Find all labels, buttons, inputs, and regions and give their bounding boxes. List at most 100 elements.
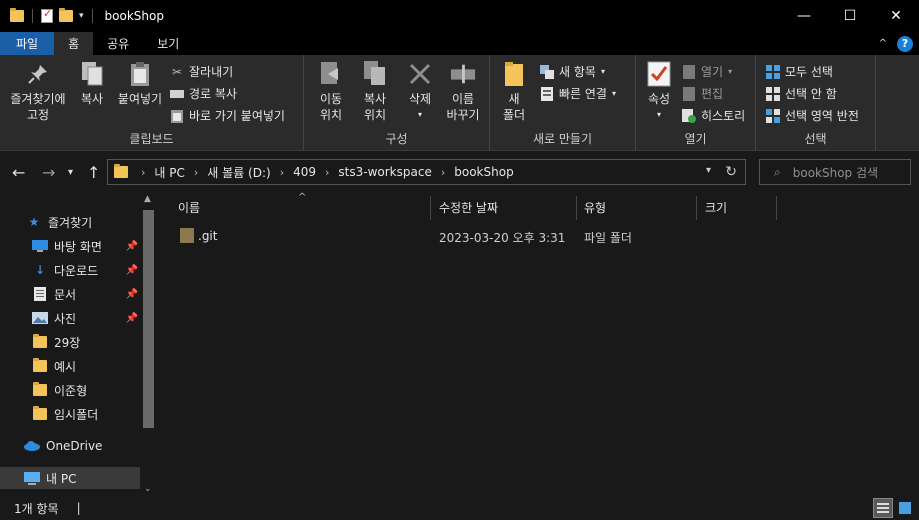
invert-selection-button[interactable]: 선택 영역 반전 bbox=[766, 107, 859, 124]
chevron-right-icon[interactable]: › bbox=[325, 166, 329, 179]
new-folder-button[interactable]: 새 폴더 bbox=[498, 61, 530, 123]
window-title: bookShop bbox=[104, 9, 164, 23]
nav-onedrive[interactable]: OneDrive bbox=[0, 435, 140, 457]
nav-item-desktop[interactable]: 바탕 화면 📌 bbox=[0, 235, 140, 257]
select-none-button[interactable]: 선택 안 함 bbox=[766, 85, 837, 102]
column-divider[interactable] bbox=[776, 196, 777, 220]
breadcrumb-409[interactable]: 409 › bbox=[293, 165, 338, 179]
search-box[interactable]: ⌕ bookShop 검색 bbox=[759, 159, 911, 185]
refresh-icon[interactable]: ↻ bbox=[725, 164, 737, 180]
nav-label: 다운로드 bbox=[54, 263, 99, 278]
move-to-button[interactable]: 이동 위치 bbox=[310, 61, 352, 123]
properties-icon bbox=[646, 61, 672, 87]
select-all-label: 모두 선택 bbox=[785, 65, 833, 79]
window-controls: — ☐ ✕ bbox=[781, 0, 919, 32]
copy-to-button[interactable]: 복사 위치 bbox=[354, 61, 396, 123]
nav-item-documents[interactable]: 문서 📌 bbox=[0, 283, 140, 305]
pin-icon[interactable]: 📌 bbox=[126, 265, 138, 276]
select-all-button[interactable]: 모두 선택 bbox=[766, 63, 833, 80]
details-view-icon[interactable] bbox=[873, 498, 893, 518]
column-header-type[interactable]: 유형 bbox=[584, 192, 606, 222]
column-header-size[interactable]: 크기 bbox=[705, 192, 727, 222]
properties-button[interactable]: 속성 ▾ bbox=[642, 61, 676, 123]
nav-item-downloads[interactable]: ↓ 다운로드 📌 bbox=[0, 259, 140, 281]
breadcrumb-bookshop[interactable]: bookShop bbox=[454, 165, 513, 179]
chevron-right-icon[interactable]: › bbox=[141, 166, 145, 179]
copy-path-button[interactable]: 경로 복사 bbox=[170, 85, 237, 102]
new-group-label: 새로 만들기 bbox=[532, 132, 592, 146]
pin-quick-access-button[interactable]: 즐겨찾기에 고정 bbox=[6, 61, 70, 123]
large-icons-view-icon[interactable] bbox=[895, 498, 915, 518]
address-dropdown-icon[interactable]: ▾ bbox=[706, 165, 711, 176]
forward-button[interactable]: → bbox=[42, 163, 55, 182]
nav-item-folder-temp[interactable]: 임시폴더 bbox=[0, 403, 140, 425]
tab-file[interactable]: 파일 bbox=[0, 32, 55, 55]
paste-button[interactable]: 붙여넣기 bbox=[114, 61, 166, 107]
nav-item-pictures[interactable]: 사진 📌 bbox=[0, 307, 140, 329]
nav-label: 사진 bbox=[54, 311, 77, 326]
tab-view[interactable]: 보기 bbox=[143, 32, 193, 55]
nav-label: 예시 bbox=[54, 359, 77, 374]
nav-scrollbar[interactable]: ▲ ⌄ bbox=[140, 192, 157, 496]
up-button[interactable]: ↑ bbox=[87, 163, 100, 182]
breadcrumb-volume[interactable]: 새 볼륨 (D:) › bbox=[207, 164, 293, 181]
copy-path-label: 경로 복사 bbox=[189, 87, 237, 101]
paste-shortcut-button[interactable]: 바로 가기 붙여넣기 bbox=[170, 107, 285, 124]
maximize-button[interactable]: ☐ bbox=[827, 0, 873, 32]
edit-button[interactable]: 편집 bbox=[682, 85, 723, 102]
paste-shortcut-label: 바로 가기 붙여넣기 bbox=[189, 109, 285, 123]
column-divider[interactable] bbox=[430, 196, 431, 220]
tab-home[interactable]: 홈 bbox=[54, 32, 94, 55]
nav-this-pc[interactable]: 내 PC bbox=[0, 467, 140, 489]
nav-label: 즐겨찾기 bbox=[48, 215, 93, 230]
address-bar[interactable]: › 내 PC › 새 볼륨 (D:) › 409 › sts3-workspace › … bbox=[107, 159, 746, 185]
delete-button[interactable]: 삭제 ▾ bbox=[402, 61, 438, 123]
nav-quick-access[interactable]: ★ 즐겨찾기 bbox=[26, 211, 140, 233]
properties-icon[interactable] bbox=[41, 7, 53, 23]
pin-icon bbox=[25, 61, 51, 87]
scrollbar-thumb[interactable] bbox=[143, 210, 154, 428]
open-button[interactable]: 열기 ▾ bbox=[682, 63, 732, 80]
nav-item-folder-29[interactable]: 29장 bbox=[0, 331, 140, 353]
minimize-button[interactable]: — bbox=[781, 0, 827, 32]
column-header-modified[interactable]: 수정한 날짜 bbox=[439, 192, 498, 222]
copy-button[interactable]: 복사 bbox=[72, 61, 112, 107]
chevron-right-icon[interactable]: › bbox=[194, 166, 198, 179]
chevron-right-icon[interactable]: › bbox=[280, 166, 284, 179]
tab-share[interactable]: 공유 bbox=[93, 32, 143, 55]
scroll-down-icon[interactable]: ⌄ bbox=[144, 484, 152, 494]
customize-toolbar-dropdown[interactable]: ▾ bbox=[79, 11, 84, 21]
back-button[interactable]: ← bbox=[12, 163, 25, 182]
new-folder-icon[interactable] bbox=[59, 8, 73, 22]
pin-icon[interactable]: 📌 bbox=[126, 313, 138, 324]
quick-access-toolbar: ▾ bbox=[0, 7, 95, 23]
nav-label: OneDrive bbox=[46, 439, 103, 453]
new-item-button[interactable]: 새 항목 ▾ bbox=[540, 63, 605, 80]
help-icon[interactable]: ? bbox=[897, 35, 913, 52]
scroll-up-icon[interactable]: ▲ bbox=[144, 194, 151, 204]
column-header-name[interactable]: 이름 bbox=[178, 192, 200, 222]
status-divider: | bbox=[76, 501, 81, 515]
delete-dropdown-icon[interactable]: ▾ bbox=[418, 107, 422, 123]
column-divider[interactable] bbox=[576, 196, 577, 220]
easy-access-button[interactable]: 빠른 연결 ▾ bbox=[540, 85, 616, 102]
chevron-right-icon[interactable]: › bbox=[441, 166, 445, 179]
breadcrumb-workspace[interactable]: sts3-workspace › bbox=[338, 165, 454, 179]
close-button[interactable]: ✕ bbox=[873, 0, 919, 32]
table-row[interactable]: .git 2023-03-20 오후 3:31 파일 폴더 bbox=[160, 225, 780, 247]
folder-icon bbox=[180, 228, 194, 243]
cut-button[interactable]: ✂ 잘라내기 bbox=[170, 63, 233, 80]
nav-item-folder-example[interactable]: 예시 bbox=[0, 355, 140, 377]
rename-button[interactable]: 이름 바꾸기 bbox=[442, 61, 484, 123]
history-button[interactable]: 히스토리 bbox=[682, 107, 745, 124]
recent-locations-dropdown[interactable]: ▾ bbox=[68, 167, 73, 178]
nav-item-folder-lee[interactable]: 이준형 bbox=[0, 379, 140, 401]
collapse-ribbon-icon[interactable]: ^ bbox=[879, 38, 887, 49]
pin-icon[interactable]: 📌 bbox=[126, 241, 138, 252]
breadcrumb-this-pc[interactable]: 내 PC › bbox=[154, 164, 207, 181]
clipboard-group: 즐겨찾기에 고정 복사 붙여넣기 ✂ 잘라내기 경로 복사 바로 가기 붙여넣기… bbox=[0, 55, 304, 151]
invert-selection-icon bbox=[766, 108, 780, 123]
properties-dropdown-icon[interactable]: ▾ bbox=[657, 107, 661, 123]
pin-icon[interactable]: 📌 bbox=[126, 289, 138, 300]
column-divider[interactable] bbox=[696, 196, 697, 220]
